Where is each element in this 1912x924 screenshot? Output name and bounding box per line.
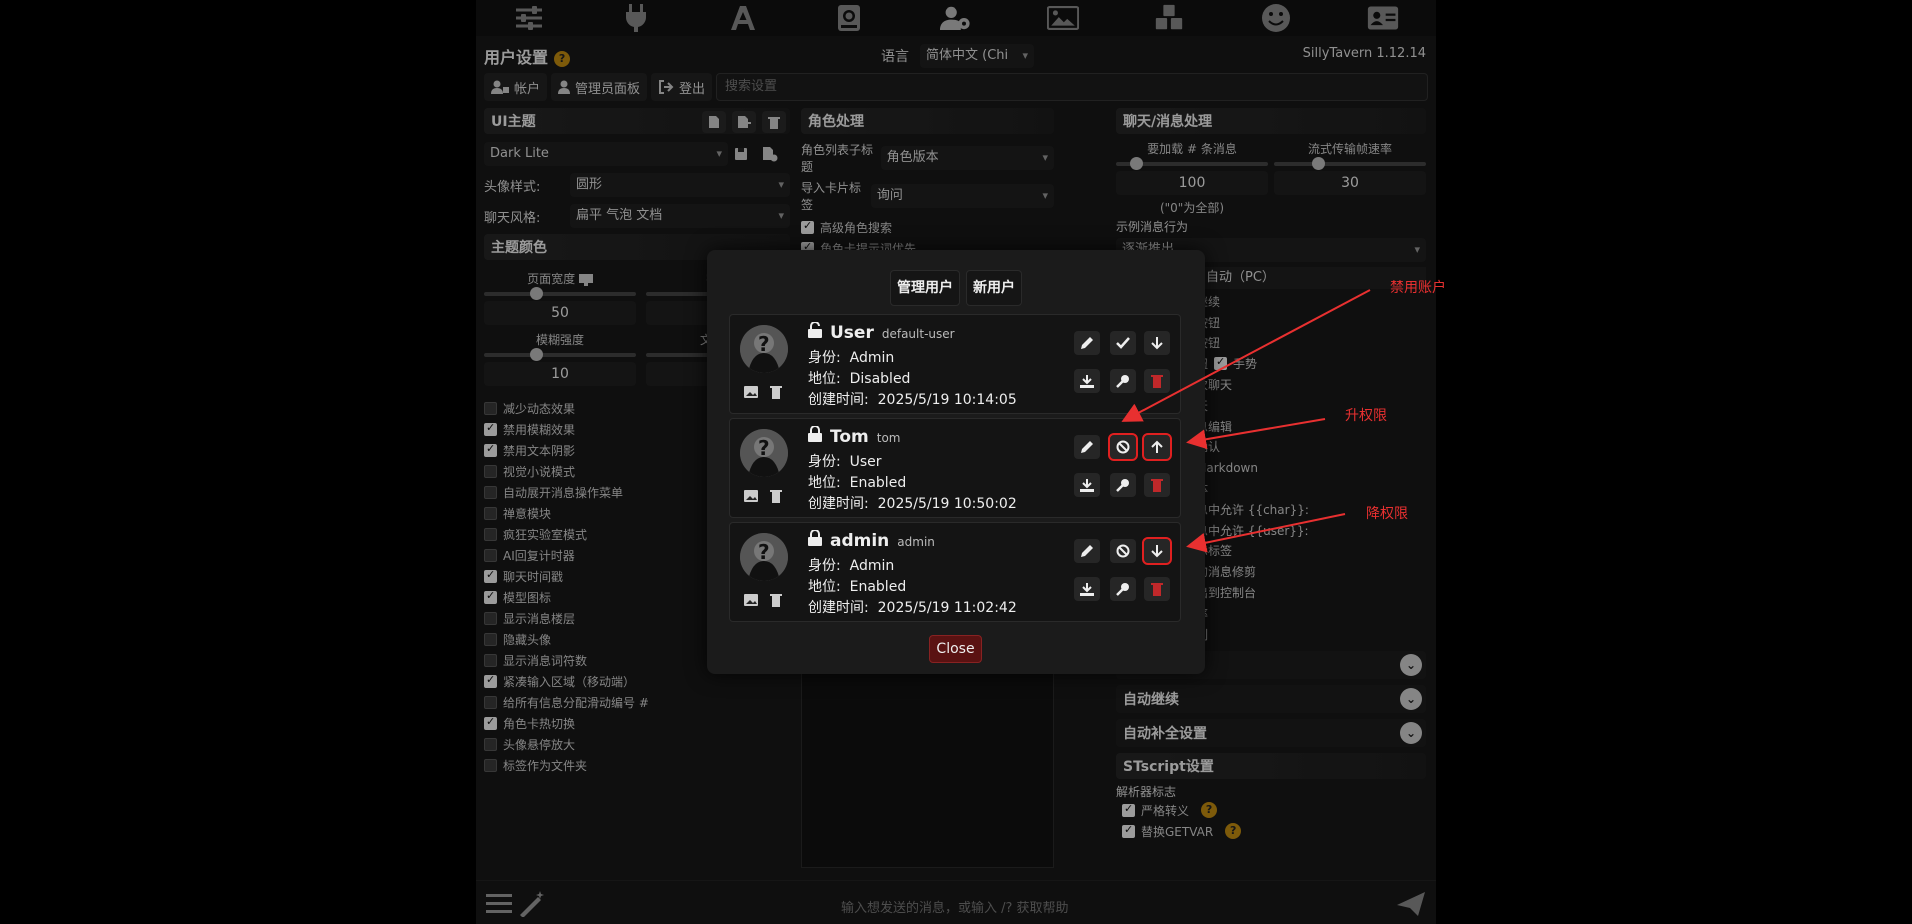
annotation-arrows — [1121, 289, 1371, 553]
annotation-disable: 禁用账户 — [1390, 280, 1446, 296]
annotation-demote: 降权限 — [1366, 506, 1408, 522]
annotation-promote: 升权限 — [1345, 408, 1387, 424]
